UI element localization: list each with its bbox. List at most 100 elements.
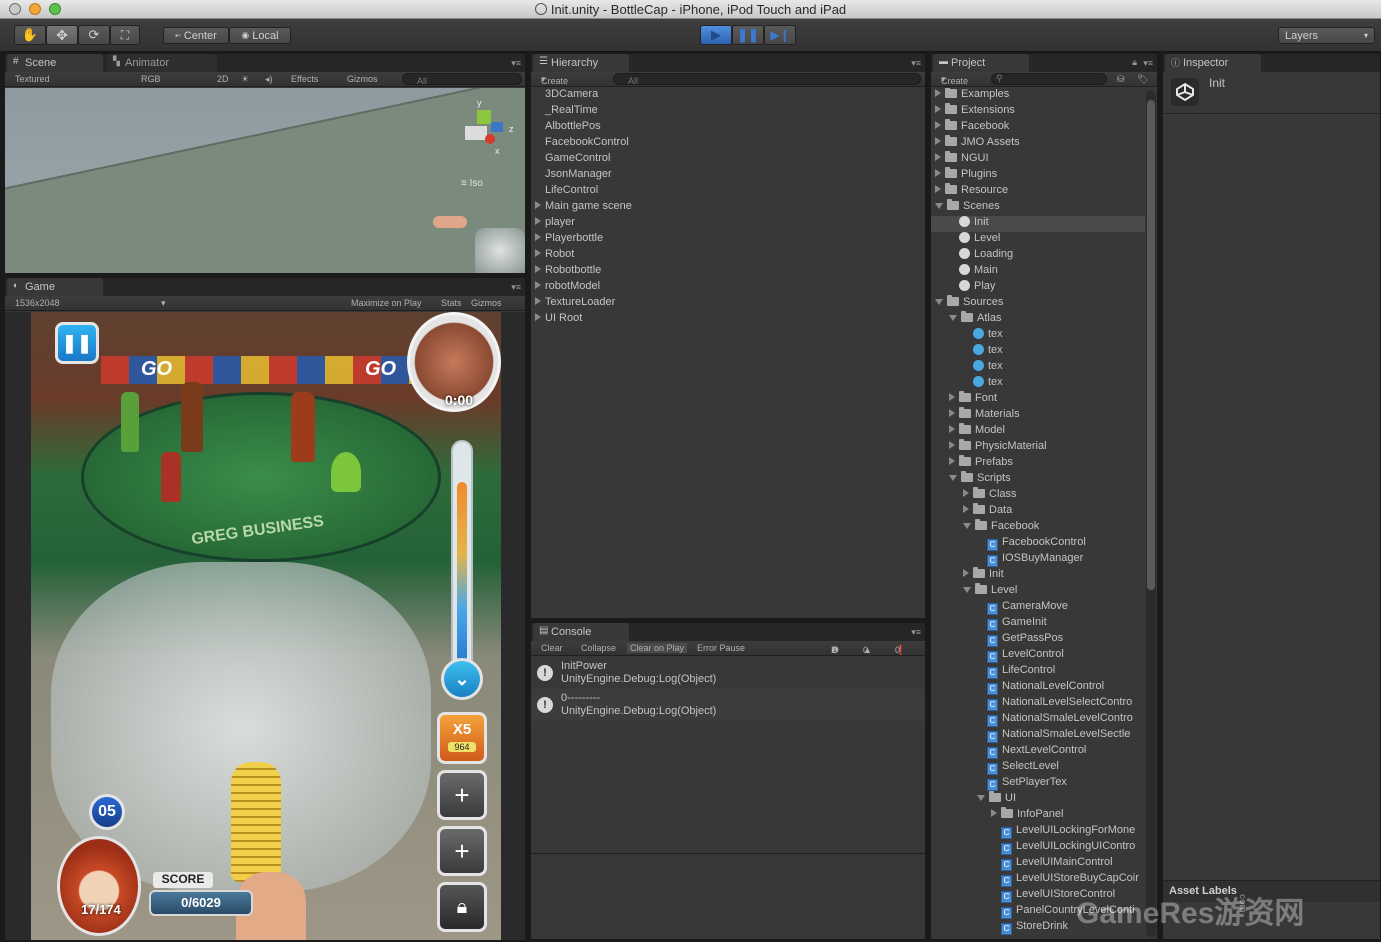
pivot-center-button[interactable]: ▪▫ Center (163, 27, 229, 44)
project-item[interactable]: C LifeControl (931, 664, 1145, 680)
filter-by-label-icon[interactable]: 🏷︎ (1137, 74, 1148, 85)
expand-arrow-icon[interactable] (535, 265, 541, 273)
hierarchy-item[interactable]: UI Root (535, 312, 915, 328)
multiplier-powerup[interactable]: X5 964 (437, 712, 487, 764)
project-item[interactable]: PhysicMaterial (931, 439, 1145, 456)
collapse-arrow-icon[interactable] (963, 523, 971, 529)
project-item[interactable]: C GetPassPos (931, 632, 1145, 648)
project-item[interactable]: C NationalSmaleLevelContro (931, 712, 1145, 728)
project-item[interactable]: C LevelUIStoreBuyCapCoir (931, 872, 1145, 888)
project-item[interactable]: Materials (931, 407, 1145, 424)
project-item[interactable]: tex (931, 376, 1145, 392)
panel-menu-icon[interactable]: ▾≡ (511, 58, 521, 69)
expand-arrow-icon[interactable] (963, 569, 969, 577)
expand-arrow-icon[interactable] (935, 137, 941, 145)
project-item[interactable]: Font (931, 391, 1145, 408)
rotate-tool-button[interactable]: ⟳ (78, 25, 110, 45)
drop-button[interactable]: ⌄ (441, 658, 483, 700)
project-item[interactable]: Data (931, 503, 1145, 520)
stats-toggle[interactable]: Stats (441, 298, 462, 308)
project-item[interactable]: C LevelControl (931, 648, 1145, 664)
project-item[interactable]: Resource (931, 183, 1145, 200)
expand-arrow-icon[interactable] (935, 153, 941, 161)
hierarchy-item[interactable]: AlbottlePos (535, 120, 915, 136)
gizmos-dropdown[interactable]: Gizmos (347, 74, 378, 84)
expand-arrow-icon[interactable] (935, 89, 941, 97)
resolution-dropdown[interactable]: 1536x2048 (15, 298, 60, 308)
filter-by-type-icon[interactable]: ⛁ (1117, 74, 1125, 85)
expand-arrow-icon[interactable] (963, 505, 969, 513)
collapse-arrow-icon[interactable] (949, 315, 957, 321)
hierarchy-search-input[interactable]: All (613, 73, 921, 86)
expand-arrow-icon[interactable] (535, 313, 541, 321)
expand-arrow-icon[interactable] (535, 217, 541, 225)
project-item[interactable]: JMO Assets (931, 135, 1145, 152)
project-item[interactable]: Sources (931, 295, 1145, 312)
collapse-arrow-icon[interactable] (935, 299, 943, 305)
expand-arrow-icon[interactable] (935, 121, 941, 129)
project-item[interactable]: Model (931, 423, 1145, 440)
scale-tool-button[interactable]: ⛶ (110, 25, 140, 45)
pause-button[interactable]: ❚❚ (732, 25, 764, 45)
console-collapse-toggle[interactable]: Collapse (581, 643, 616, 653)
project-item[interactable]: Plugins (931, 167, 1145, 184)
project-item[interactable]: Init (931, 216, 1145, 232)
collapse-arrow-icon[interactable] (935, 203, 943, 209)
hierarchy-item[interactable]: Robot (535, 248, 915, 264)
project-item[interactable]: Main (931, 264, 1145, 280)
panel-menu-icon[interactable]: ▾≡ (911, 58, 921, 69)
hierarchy-item[interactable]: 3DCamera (535, 88, 915, 104)
effects-dropdown[interactable]: Effects (291, 74, 318, 84)
project-item[interactable]: Extensions (931, 103, 1145, 120)
hierarchy-item[interactable]: LifeControl (535, 184, 915, 200)
move-tool-button[interactable]: ✥ (46, 25, 78, 45)
hierarchy-item[interactable]: robotModel (535, 280, 915, 296)
project-item[interactable]: C SetPlayerTex (931, 776, 1145, 792)
project-item[interactable]: Init (931, 567, 1145, 584)
project-item[interactable]: Scripts (931, 471, 1145, 488)
expand-arrow-icon[interactable] (535, 297, 541, 305)
maximize-on-play-toggle[interactable]: Maximize on Play (351, 298, 422, 308)
tab-inspector[interactable]: ⓘ Inspector (1165, 54, 1261, 72)
collapse-arrow-icon[interactable] (949, 475, 957, 481)
add-item-button[interactable]: + (437, 770, 487, 820)
expand-arrow-icon[interactable] (949, 425, 955, 433)
expand-arrow-icon[interactable] (535, 233, 541, 241)
lighting-icon[interactable]: ☀ (241, 74, 249, 85)
project-item[interactable]: C NextLevelControl (931, 744, 1145, 760)
step-button[interactable]: ▶❙ (764, 25, 796, 45)
console-entry[interactable]: ! InitPower UnityEngine.Debug:Log(Object) (531, 657, 925, 689)
expand-arrow-icon[interactable] (949, 409, 955, 417)
layers-dropdown[interactable]: Layers ▾ (1278, 27, 1375, 44)
locked-item-button[interactable]: 🔒︎ (437, 882, 487, 932)
project-item[interactable]: tex (931, 344, 1145, 360)
expand-arrow-icon[interactable] (935, 169, 941, 177)
collapse-arrow-icon[interactable] (977, 795, 985, 801)
gizmo-x-arrow[interactable] (485, 134, 495, 144)
game-gizmos-dropdown[interactable]: Gizmos (471, 298, 502, 308)
project-item[interactable]: C LevelUILockingForMone (931, 824, 1145, 840)
gizmo-z-arrow[interactable] (491, 122, 503, 132)
hierarchy-item[interactable]: FacebookControl (535, 136, 915, 152)
project-item[interactable]: Loading (931, 248, 1145, 264)
game-viewport[interactable]: 19 GO GO GREG BUSINESS ❚❚ 0:00 ⌄ (5, 312, 525, 940)
panel-menu-icon[interactable]: ▾≡ (511, 282, 521, 293)
project-item[interactable]: C GameInit (931, 616, 1145, 632)
tab-console[interactable]: ▤ Console (533, 623, 629, 641)
hierarchy-item[interactable]: JsonManager (535, 168, 915, 184)
console-error-pause-toggle[interactable]: Error Pause (697, 643, 745, 653)
project-item[interactable]: tex (931, 328, 1145, 344)
project-item[interactable]: C LevelUIMainControl (931, 856, 1145, 872)
expand-arrow-icon[interactable] (935, 105, 941, 113)
expand-arrow-icon[interactable] (535, 281, 541, 289)
audio-icon[interactable]: ◂) (265, 74, 273, 85)
add-item-button[interactable]: + (437, 826, 487, 876)
render-mode-dropdown[interactable]: RGB (141, 74, 161, 84)
project-scrollbar[interactable] (1146, 90, 1156, 937)
hierarchy-item[interactable]: TextureLoader (535, 296, 915, 312)
project-item[interactable]: C NationalLevelSelectContro (931, 696, 1145, 712)
project-item[interactable]: tex (931, 360, 1145, 376)
project-item[interactable]: Facebook (931, 119, 1145, 136)
scene-search-input[interactable]: All (402, 73, 522, 86)
hierarchy-item[interactable]: Robotbottle (535, 264, 915, 280)
